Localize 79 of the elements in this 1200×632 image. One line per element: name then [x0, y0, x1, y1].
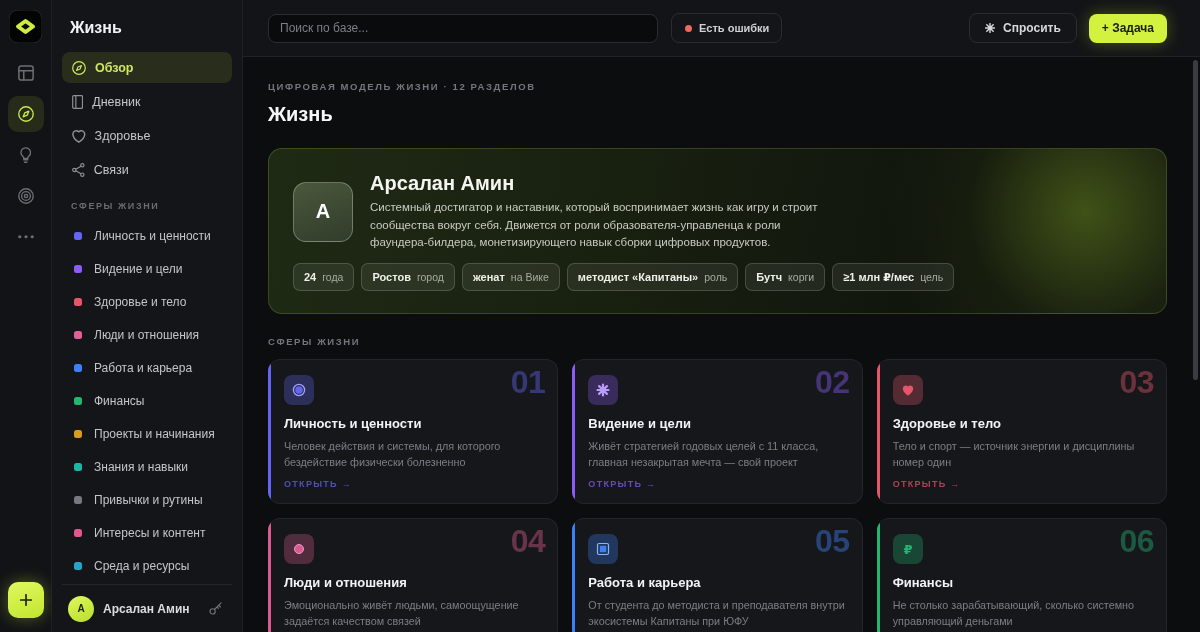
sphere-item[interactable]: Знания и навыки — [62, 452, 232, 482]
sphere-item[interactable]: Проекты и начинания — [62, 419, 232, 449]
card-number: 05 — [815, 526, 850, 556]
status-dot-icon — [685, 24, 692, 32]
sphere-item[interactable]: Личность и ценности — [62, 221, 232, 251]
sphere-item[interactable]: Люди и отношения — [62, 320, 232, 350]
compass-icon — [17, 106, 34, 122]
sphere-item[interactable]: Работа и карьера — [62, 353, 232, 383]
sphere-item[interactable]: Здоровье и тело — [62, 287, 232, 317]
sphere-item[interactable]: Интересы и контент — [62, 518, 232, 548]
fact-value: Бутч — [756, 271, 783, 283]
fact-value: Ростов — [372, 271, 411, 283]
sphere-item[interactable]: Финансы — [62, 386, 232, 416]
profile-name: Арсалан Амин — [370, 172, 516, 195]
card-title: Люди и отношения — [284, 575, 408, 591]
card-title: Здоровье и тело — [892, 416, 1002, 432]
fact-label: корги — [788, 271, 815, 283]
fact-value: женат — [472, 271, 505, 283]
target-icon — [17, 188, 34, 204]
more-icon — [17, 235, 34, 239]
section-label: СФЕРЫ ЖИЗНИ — [268, 336, 362, 347]
card-title: Финансы — [892, 575, 954, 591]
section-label: СФЕРЫ ЖИЗНИ — [71, 201, 161, 212]
nav-item[interactable]: Здоровье — [62, 120, 232, 151]
sparkle-icon — [588, 375, 619, 405]
card-description: Тело и спорт — источник энергии и дисциплины номер один — [892, 439, 1136, 470]
fact-value: ≥1 млн ₽/мес — [843, 270, 915, 284]
sphere-item[interactable]: Среда и ресурсы — [62, 551, 232, 581]
nav-item[interactable]: Связи — [62, 154, 232, 185]
fact-label: роль — [704, 271, 728, 283]
card-number: 03 — [1119, 367, 1154, 397]
heart-icon — [72, 128, 86, 143]
layout-icon — [17, 65, 34, 81]
scrollbar-thumb[interactable] — [1193, 60, 1198, 380]
profile-bio: Системный достигатор и наставник, который воспринимает жизнь как игру и строит сообщества вокруг себя. Движется от роли образователя-управленца к роли фаундера-билдера, монетизирующего навык сборки цифровых продуктов. — [370, 200, 819, 250]
card-title: Работа и карьера — [588, 575, 702, 591]
card-description: Не столько зарабатывающий, сколько системно управляющий деньгами — [892, 598, 1136, 629]
card-description: Живёт стратегией годовых целей с 11 класса, главная незакрытая мечта — свой проект — [588, 439, 820, 470]
card-title: Видение и цели — [588, 416, 692, 432]
add-button[interactable] — [7, 582, 44, 618]
status-button[interactable]: Есть ошибки — [671, 13, 783, 43]
card-title: Личность и ценности — [284, 416, 423, 432]
fact-label: года — [322, 271, 344, 283]
nav-item[interactable]: Обзор — [62, 52, 232, 83]
square-icon — [588, 534, 619, 564]
rail-button[interactable] — [7, 96, 44, 132]
add-task-button[interactable]: + Задача — [1088, 13, 1167, 43]
sparkle-icon — [985, 23, 996, 33]
page-title: Жизнь — [268, 103, 334, 126]
fact-label: цель — [920, 271, 944, 283]
fact-value: методист «Капитаны» — [577, 271, 699, 283]
plus-icon — [19, 594, 32, 606]
card-number: 06 — [1119, 526, 1154, 556]
nav-item[interactable]: Дневник — [62, 86, 232, 117]
card-number: 01 — [510, 367, 546, 397]
book-icon — [72, 94, 84, 109]
lightbulb-icon — [19, 147, 32, 163]
app-title: Жизнь — [69, 18, 123, 38]
logo-icon[interactable] — [9, 10, 42, 43]
compass-icon — [72, 60, 86, 75]
search-field[interactable]: Поиск по базе... — [268, 13, 658, 43]
user-avatar[interactable]: А — [68, 595, 94, 622]
card-description: Эмоционально живёт людьми, самоощущение задаётся качеством связей — [284, 598, 520, 629]
fact-label: город — [416, 271, 444, 283]
share-icon — [72, 162, 85, 177]
card-number: 02 — [815, 367, 850, 397]
sphere-item[interactable]: Видение и цели — [62, 254, 232, 284]
card-description: Человек действия и системы, для которого бездействие физически болезненно — [284, 439, 502, 470]
fact-label: на Вике — [510, 271, 549, 283]
sphere-item[interactable]: Привычки и рутины — [62, 485, 232, 515]
ask-button[interactable]: Спросить — [969, 13, 1077, 43]
page-eyebrow: ЦИФРОВАЯ МОДЕЛЬ ЖИЗНИ · 12 РАЗДЕЛОВ — [268, 81, 537, 93]
fact-value: 24 — [304, 271, 317, 283]
key-icon[interactable] — [209, 602, 222, 615]
user-name: Арсалан Амин — [103, 601, 190, 616]
profile-avatar: А — [293, 181, 353, 242]
currency-icon: ₽ — [892, 534, 923, 564]
card-number: 04 — [510, 526, 546, 556]
card-description: От студента до методиста и преподавателя внутри экосистемы Капитаны при ЮФУ — [588, 598, 846, 629]
